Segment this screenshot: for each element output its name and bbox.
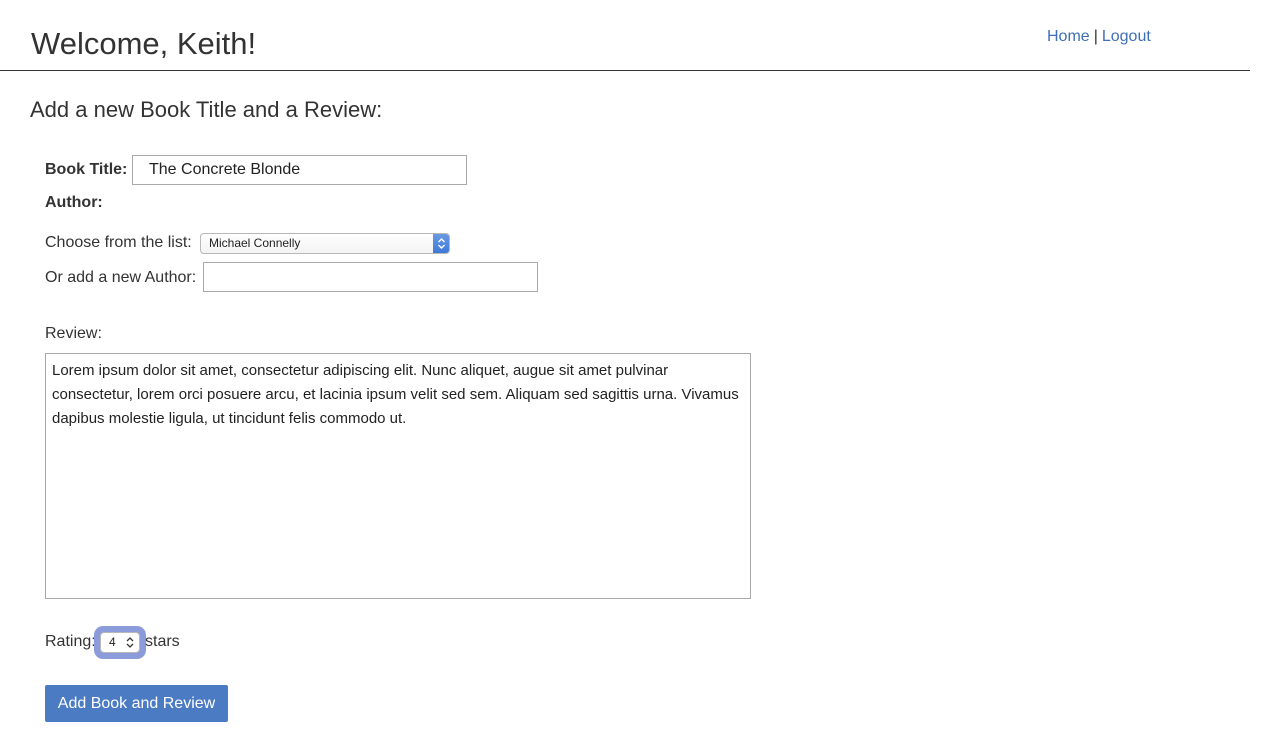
rating-arrows-icon [122,633,138,652]
author-select-value: Michael Connelly [209,236,301,250]
book-title-input[interactable] [132,155,467,185]
rating-label: Rating: [45,633,96,650]
page-header: Welcome, Keith! Home | Logout [0,0,1250,71]
nav-separator: | [1093,28,1098,45]
top-nav: Home | Logout [1047,27,1151,47]
select-arrows-icon [433,234,449,253]
home-link[interactable]: Home [1047,28,1090,45]
new-author-input[interactable] [203,262,538,292]
author-select[interactable]: Michael Connelly [200,233,450,254]
new-author-label: Or add a new Author: [45,269,197,286]
welcome-heading: Welcome, Keith! [31,26,257,61]
form-heading: Add a new Book Title and a Review: [30,97,383,122]
rating-suffix: stars [145,633,180,650]
review-label: Review: [45,325,102,342]
rating-value: 4 [109,635,116,649]
review-textarea[interactable]: Lorem ipsum dolor sit amet, consectetur … [45,353,751,599]
choose-author-label: Choose from the list: [45,234,192,251]
author-label: Author: [45,194,103,211]
logout-link[interactable]: Logout [1102,28,1151,45]
book-title-label: Book Title: [45,161,128,178]
add-book-review-button[interactable]: Add Book and Review [45,685,228,722]
